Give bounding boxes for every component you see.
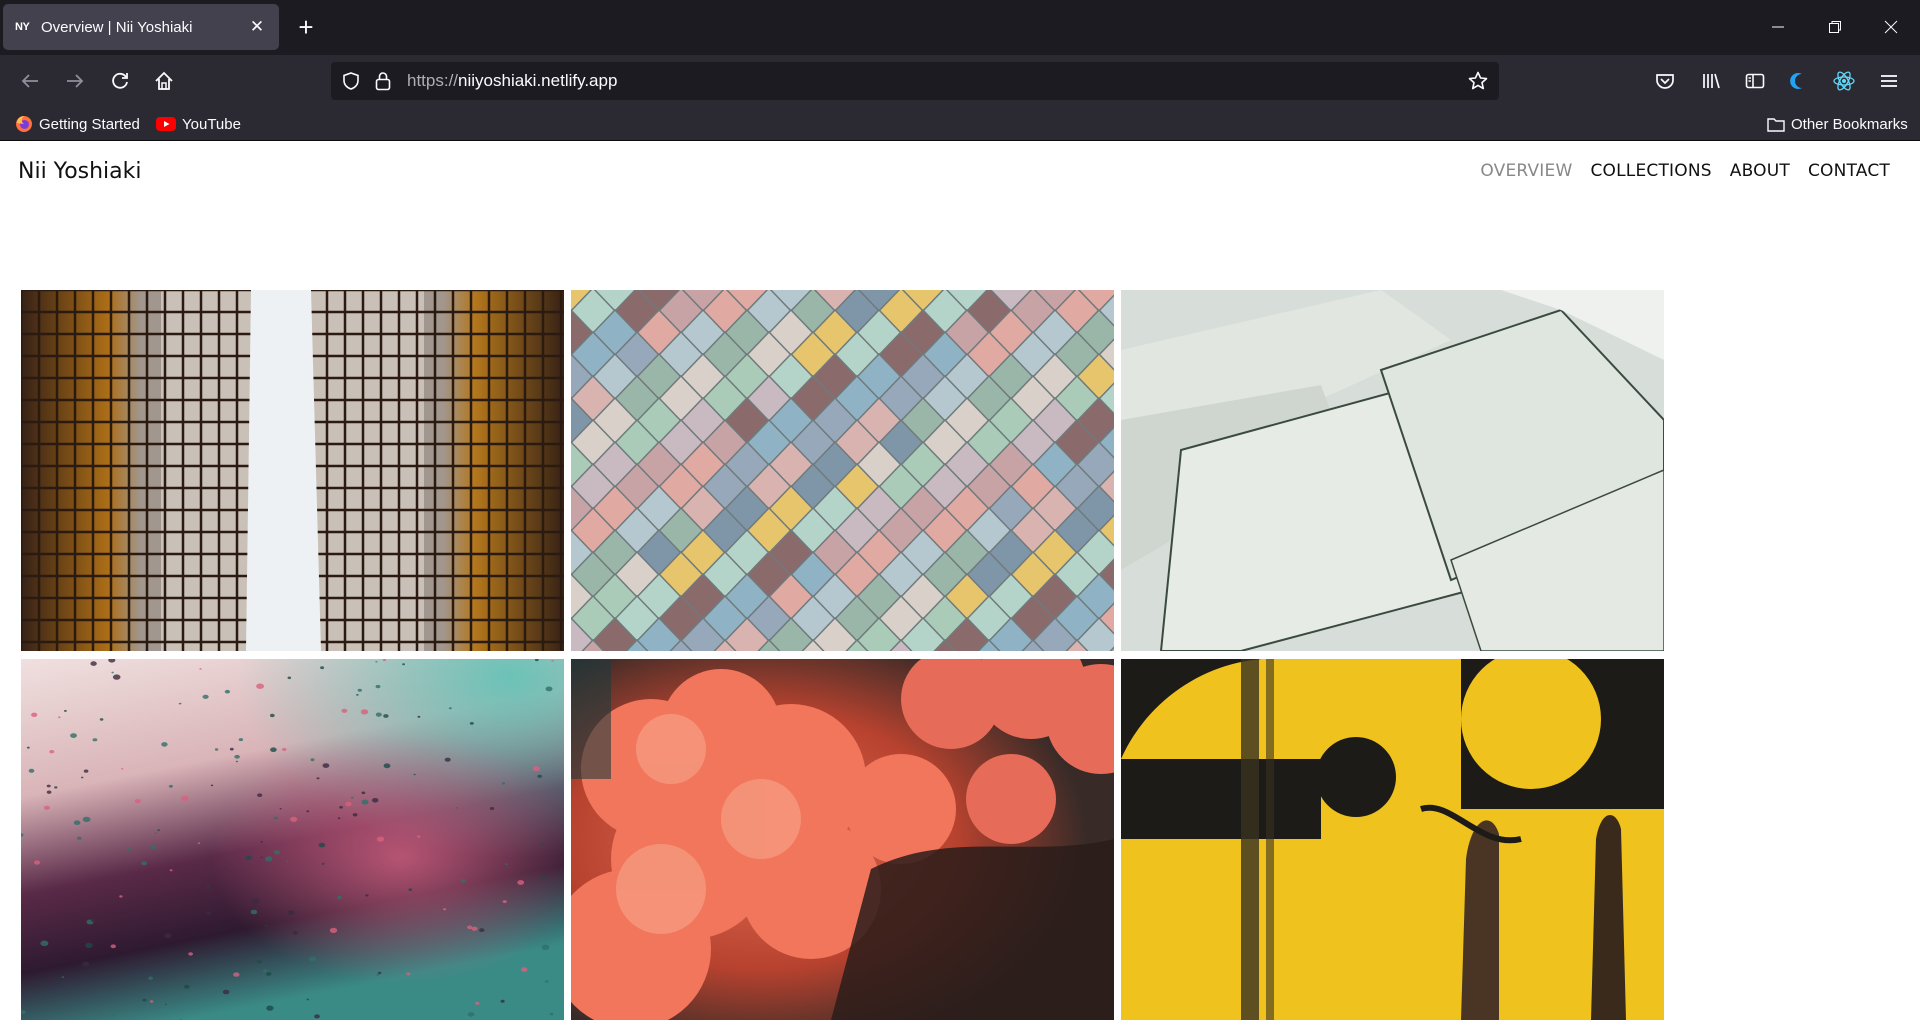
nav-about[interactable]: ABOUT bbox=[1730, 161, 1790, 181]
forward-icon[interactable] bbox=[62, 68, 88, 94]
site-favicon: NY bbox=[15, 21, 30, 33]
url-host: niiyoshiaki.netlify.app bbox=[458, 71, 618, 90]
lock-icon[interactable] bbox=[373, 70, 393, 97]
url-text[interactable]: https://niiyoshiaki.netlify.app bbox=[407, 62, 617, 100]
yellow-abstract-paint-photo[interactable] bbox=[1121, 659, 1664, 1020]
minimize-icon[interactable] bbox=[1763, 14, 1793, 40]
red-clouds-photo[interactable] bbox=[571, 659, 1114, 1020]
tab-strip: NY Overview | Nii Yoshiaki ✕ + bbox=[0, 0, 1920, 55]
other-bookmarks-label: Other Bookmarks bbox=[1791, 115, 1908, 133]
navigation-toolbar: https://niiyoshiaki.netlify.app bbox=[0, 55, 1920, 107]
close-window-icon[interactable] bbox=[1876, 14, 1906, 40]
extension-crescent-icon[interactable] bbox=[1785, 68, 1811, 94]
new-tab-icon[interactable]: + bbox=[292, 13, 320, 41]
pastel-scale-tiles-photo[interactable] bbox=[571, 290, 1114, 651]
url-scheme: https:// bbox=[407, 71, 459, 90]
react-devtools-icon[interactable] bbox=[1831, 68, 1857, 94]
main-nav: OVERVIEW COLLECTIONS ABOUT CONTACT bbox=[1480, 161, 1890, 181]
bookmark-star-icon[interactable] bbox=[1467, 70, 1489, 97]
menu-hamburger-icon[interactable] bbox=[1876, 68, 1902, 94]
bookmark-label: Getting Started bbox=[39, 115, 140, 133]
nav-collections[interactable]: COLLECTIONS bbox=[1590, 161, 1711, 181]
site-title[interactable]: Nii Yoshiaki bbox=[18, 159, 142, 184]
browser-tab[interactable]: NY Overview | Nii Yoshiaki ✕ bbox=[3, 4, 279, 50]
white-paper-sheets-photo[interactable] bbox=[1121, 290, 1664, 651]
web-page: Nii Yoshiaki OVERVIEW COLLECTIONS ABOUT … bbox=[0, 141, 1920, 1020]
other-bookmarks[interactable]: Other Bookmarks bbox=[1767, 114, 1908, 134]
home-icon[interactable] bbox=[151, 68, 177, 94]
glass-skyscrapers-photo[interactable] bbox=[21, 290, 564, 651]
rain-droplets-window-photo[interactable] bbox=[21, 659, 564, 1020]
tracking-protection-shield-icon[interactable] bbox=[341, 71, 361, 96]
restore-icon[interactable] bbox=[1820, 14, 1850, 40]
pocket-icon[interactable] bbox=[1652, 68, 1678, 94]
reload-icon[interactable] bbox=[107, 68, 133, 94]
sidebar-icon[interactable] bbox=[1742, 68, 1768, 94]
folder-icon bbox=[1767, 116, 1785, 132]
tab-title: Overview | Nii Yoshiaki bbox=[41, 18, 193, 36]
firefox-icon bbox=[15, 115, 33, 133]
youtube-icon bbox=[156, 116, 176, 132]
close-tab-icon[interactable]: ✕ bbox=[247, 17, 267, 37]
bookmark-getting-started[interactable]: Getting Started bbox=[15, 114, 140, 134]
bookmark-label: YouTube bbox=[182, 115, 241, 133]
photo-gallery bbox=[21, 290, 1665, 1020]
bookmark-youtube[interactable]: YouTube bbox=[156, 114, 241, 134]
bookmarks-toolbar: Getting Started YouTube Other Bookmarks bbox=[0, 107, 1920, 141]
back-icon[interactable] bbox=[17, 68, 43, 94]
address-bar[interactable]: https://niiyoshiaki.netlify.app bbox=[331, 62, 1499, 100]
library-icon[interactable] bbox=[1698, 68, 1724, 94]
nav-overview[interactable]: OVERVIEW bbox=[1480, 161, 1572, 181]
nav-contact[interactable]: CONTACT bbox=[1808, 161, 1890, 181]
